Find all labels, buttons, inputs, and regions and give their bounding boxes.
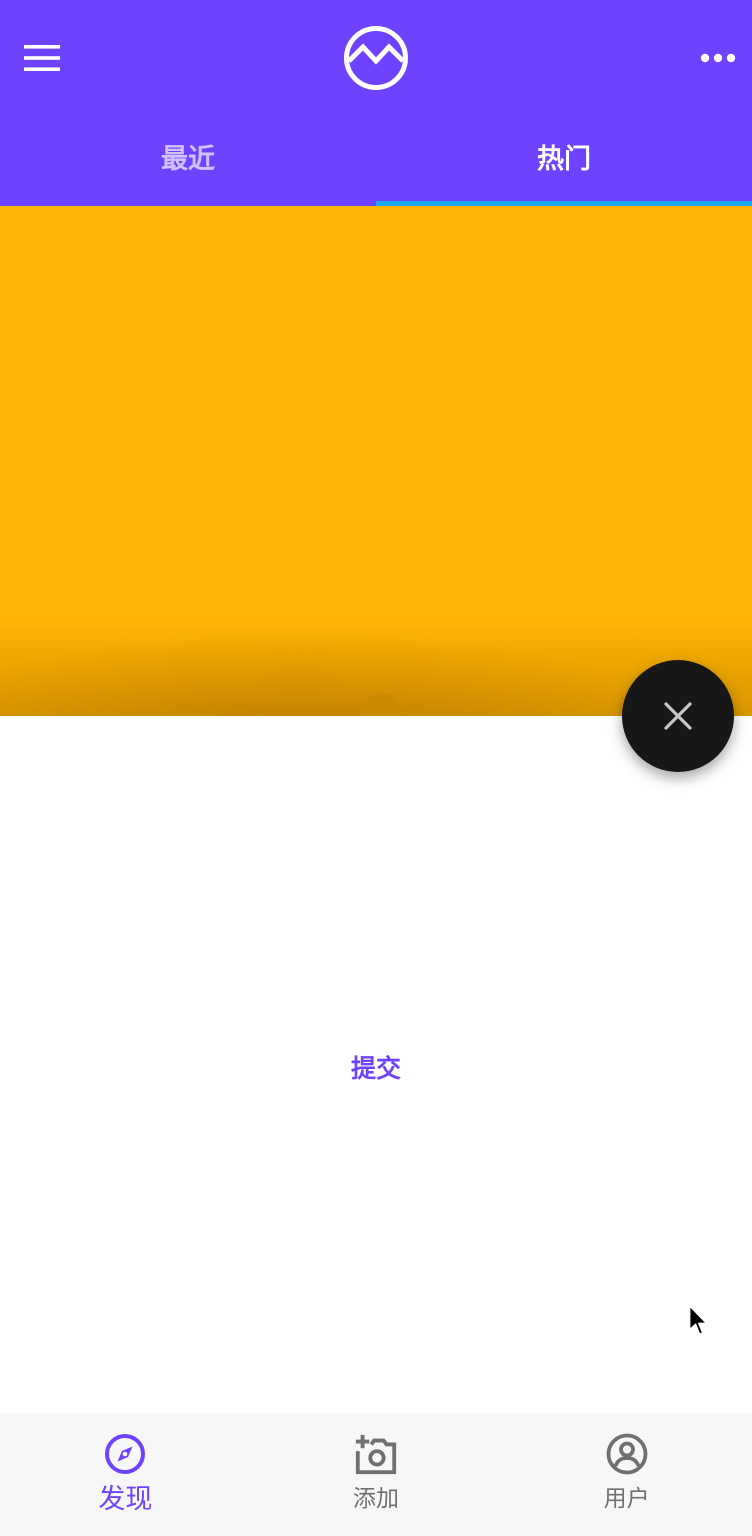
compass-icon — [102, 1431, 148, 1477]
nav-label-user: 用户 — [603, 1486, 650, 1512]
nav-item-user[interactable]: 用户 — [501, 1413, 752, 1536]
submit-label: 提交 — [350, 1054, 401, 1083]
tab-recent-label: 最近 — [161, 143, 215, 175]
tab-recent[interactable]: 最近 — [0, 116, 376, 206]
content-area: 提交 — [0, 716, 752, 1413]
top-bar — [0, 0, 752, 116]
bottom-navigation: 发现 添加 用户 — [0, 1413, 752, 1536]
close-icon — [664, 702, 692, 730]
app-bar: 最近 热门 — [0, 0, 752, 206]
app-logo — [343, 25, 409, 91]
nav-label-discover: 发现 — [98, 1484, 153, 1515]
mouse-cursor-icon — [688, 1304, 710, 1338]
more-options-button[interactable] — [694, 34, 742, 82]
tab-bar: 最近 热门 — [0, 116, 752, 206]
menu-button[interactable] — [18, 34, 66, 82]
nav-item-add[interactable]: 添加 — [251, 1413, 502, 1536]
close-fab-button[interactable] — [622, 660, 734, 772]
app-screen: 最近 热门 提交 发现 添加 用户 — [0, 0, 752, 1536]
wave-circle-logo — [344, 26, 408, 90]
hero-image — [0, 206, 752, 716]
user-icon — [604, 1431, 650, 1477]
nav-item-discover[interactable]: 发现 — [0, 1413, 251, 1536]
tab-popular[interactable]: 热门 — [376, 116, 752, 206]
add-photo-icon — [353, 1431, 399, 1477]
submit-button[interactable]: 提交 — [316, 1046, 436, 1088]
more-dots-icon — [700, 53, 736, 63]
nav-label-add: 添加 — [353, 1486, 399, 1512]
tab-popular-label: 热门 — [537, 143, 591, 175]
hamburger-menu-icon — [24, 45, 60, 71]
